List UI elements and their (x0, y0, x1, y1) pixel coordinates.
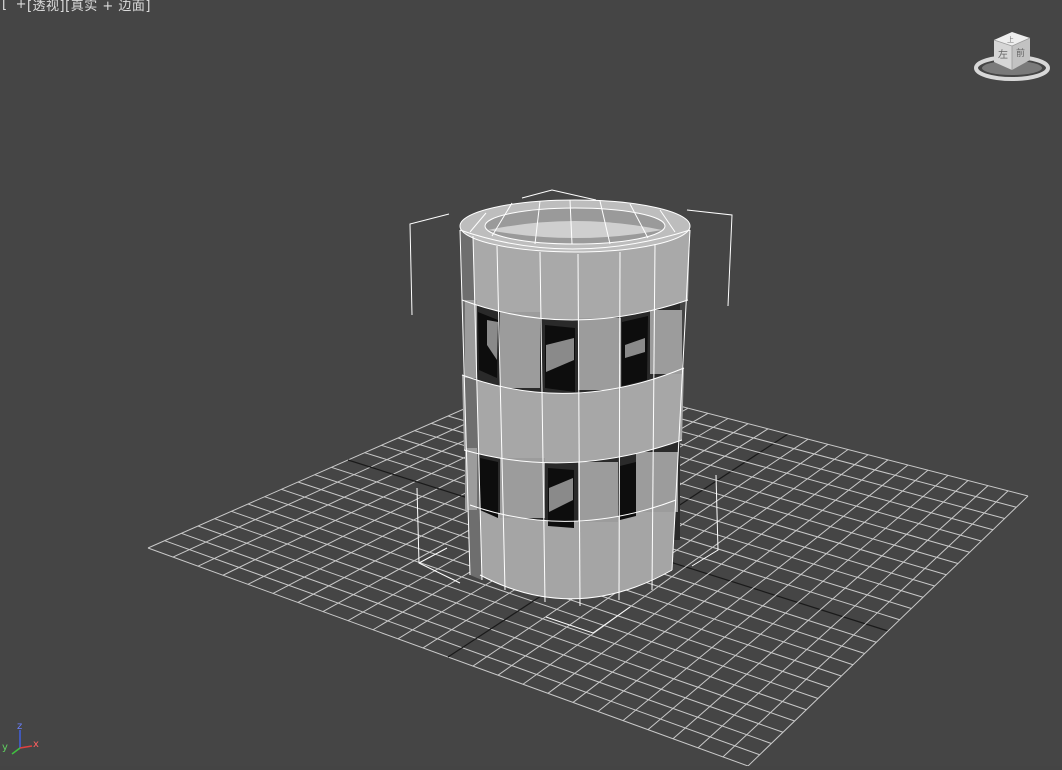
viewcube-icon[interactable]: 左 前 上 (972, 26, 1050, 84)
grid-line-u (697, 485, 989, 749)
viewcube[interactable]: 左 前 上 (972, 26, 1050, 84)
axis-tripod: z x y (0, 718, 50, 766)
perspective-viewport[interactable]: [ + [透视] [真实 + 边面] 左 前 上 z x y (0, 0, 1062, 766)
grid-line-u (747, 495, 1029, 766)
viewcube-front-label: 前 (1016, 47, 1025, 59)
axis-x-label: x (33, 739, 39, 750)
viewcube-left-label: 左 (998, 48, 1008, 61)
viewport-scene[interactable] (0, 0, 1062, 766)
cylinder-mesh[interactable] (459, 199, 691, 607)
axis-y-label: y (2, 742, 8, 753)
axis-z-label: z (17, 721, 23, 732)
viewcube-top-label: 上 (1007, 35, 1014, 44)
